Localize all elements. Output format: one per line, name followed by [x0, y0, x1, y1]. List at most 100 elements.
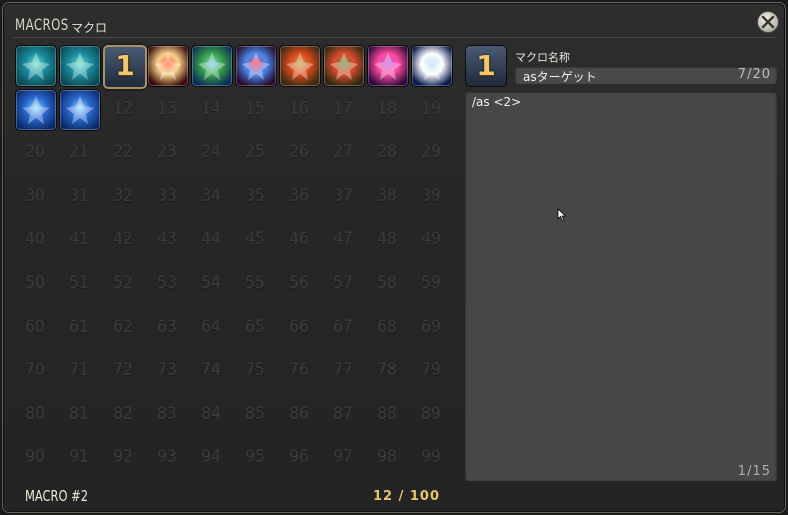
empty-macro-slot[interactable]: 16	[279, 89, 319, 129]
empty-macro-slot[interactable]: 83	[147, 394, 187, 434]
empty-macro-slot[interactable]: 91	[59, 437, 99, 477]
empty-macro-slot[interactable]: 64	[191, 307, 231, 347]
macro-slot-shield-icon[interactable]	[323, 45, 365, 87]
empty-macro-slot[interactable]: 14	[191, 89, 231, 129]
empty-macro-slot[interactable]: 22	[103, 132, 143, 172]
empty-macro-slot[interactable]: 71	[59, 350, 99, 390]
empty-macro-slot[interactable]: 25	[235, 132, 275, 172]
empty-macro-slot[interactable]: 66	[279, 307, 319, 347]
empty-macro-slot[interactable]: 67	[323, 307, 363, 347]
empty-macro-slot[interactable]: 95	[235, 437, 275, 477]
empty-macro-slot[interactable]: 70	[15, 350, 55, 390]
empty-macro-slot[interactable]: 28	[367, 132, 407, 172]
macro-slot-leap-blue-icon[interactable]	[59, 88, 101, 131]
macro-slot-leap-blue-icon[interactable]	[15, 88, 57, 131]
empty-macro-slot[interactable]: 93	[147, 437, 187, 477]
empty-macro-slot[interactable]: 32	[103, 176, 143, 216]
empty-macro-slot[interactable]: 37	[323, 176, 363, 216]
empty-macro-slot[interactable]: 87	[323, 394, 363, 434]
empty-macro-slot[interactable]: 94	[191, 437, 231, 477]
empty-macro-slot[interactable]: 26	[279, 132, 319, 172]
empty-macro-slot[interactable]: 74	[191, 350, 231, 390]
macro-slot-sword-light-icon[interactable]	[411, 45, 453, 87]
empty-macro-slot[interactable]: 27	[323, 132, 363, 172]
empty-macro-slot[interactable]: 56	[279, 263, 319, 303]
empty-macro-slot[interactable]: 97	[323, 437, 363, 477]
empty-macro-slot[interactable]: 23	[147, 132, 187, 172]
empty-macro-slot[interactable]: 30	[15, 176, 55, 216]
empty-macro-slot[interactable]: 58	[367, 263, 407, 303]
empty-macro-slot[interactable]: 85	[235, 394, 275, 434]
empty-macro-slot[interactable]: 80	[15, 394, 55, 434]
empty-macro-slot[interactable]: 47	[323, 219, 363, 259]
empty-macro-slot[interactable]: 31	[59, 176, 99, 216]
empty-macro-slot[interactable]: 98	[367, 437, 407, 477]
empty-macro-slot[interactable]: 20	[15, 132, 55, 172]
empty-macro-slot[interactable]: 49	[411, 219, 451, 259]
empty-macro-slot[interactable]: 89	[411, 394, 451, 434]
empty-macro-slot[interactable]: 12	[103, 89, 143, 129]
empty-macro-slot[interactable]: 84	[191, 394, 231, 434]
empty-macro-slot[interactable]: 69	[411, 307, 451, 347]
empty-macro-slot[interactable]: 92	[103, 437, 143, 477]
empty-macro-slot[interactable]: 39	[411, 176, 451, 216]
empty-macro-slot[interactable]: 72	[103, 350, 143, 390]
empty-macro-slot[interactable]: 55	[235, 263, 275, 303]
empty-macro-slot[interactable]: 61	[59, 307, 99, 347]
macro-slot-figure-green-icon[interactable]	[59, 45, 101, 87]
empty-macro-slot[interactable]: 65	[235, 307, 275, 347]
empty-macro-slot[interactable]: 99	[411, 437, 451, 477]
macro-slot-figure-green-icon[interactable]	[15, 45, 57, 87]
empty-macro-slot[interactable]: 73	[147, 350, 187, 390]
selected-macro-icon[interactable]: 1	[465, 45, 507, 87]
empty-macro-slot[interactable]: 13	[147, 89, 187, 129]
empty-macro-slot[interactable]: 17	[323, 89, 363, 129]
empty-macro-slot[interactable]: 86	[279, 394, 319, 434]
empty-macro-slot[interactable]: 34	[191, 176, 231, 216]
empty-macro-slot[interactable]: 78	[367, 350, 407, 390]
empty-macro-slot[interactable]: 40	[15, 219, 55, 259]
empty-macro-slot[interactable]: 82	[103, 394, 143, 434]
empty-macro-slot[interactable]: 90	[15, 437, 55, 477]
empty-macro-slot[interactable]: 43	[147, 219, 187, 259]
empty-macro-slot[interactable]: 88	[367, 394, 407, 434]
macro-slot-swirl-purple-icon[interactable]	[367, 45, 409, 87]
empty-macro-slot[interactable]: 53	[147, 263, 187, 303]
empty-macro-slot[interactable]: 63	[147, 307, 187, 347]
empty-macro-slot[interactable]: 24	[191, 132, 231, 172]
empty-macro-slot[interactable]: 75	[235, 350, 275, 390]
macro-text-editor[interactable]: /as <2> 1/15	[465, 91, 777, 481]
empty-macro-slot[interactable]: 52	[103, 263, 143, 303]
empty-macro-slot[interactable]: 77	[323, 350, 363, 390]
empty-macro-slot[interactable]: 50	[15, 263, 55, 303]
empty-macro-slot[interactable]: 60	[15, 307, 55, 347]
macro-slot-wave-blue-icon[interactable]	[191, 45, 233, 87]
empty-macro-slot[interactable]: 76	[279, 350, 319, 390]
macro-slot-strike-red-icon[interactable]	[235, 45, 277, 87]
empty-macro-slot[interactable]: 35	[235, 176, 275, 216]
empty-macro-slot[interactable]: 41	[59, 219, 99, 259]
macro-slot-number-1-icon[interactable]: 1	[103, 45, 147, 89]
empty-macro-slot[interactable]: 81	[59, 394, 99, 434]
empty-macro-slot[interactable]: 38	[367, 176, 407, 216]
empty-macro-slot[interactable]: 45	[235, 219, 275, 259]
empty-macro-slot[interactable]: 79	[411, 350, 451, 390]
empty-macro-slot[interactable]: 42	[103, 219, 143, 259]
empty-macro-slot[interactable]: 51	[59, 263, 99, 303]
empty-macro-slot[interactable]: 21	[59, 132, 99, 172]
empty-macro-slot[interactable]: 19	[411, 89, 451, 129]
empty-macro-slot[interactable]: 29	[411, 132, 451, 172]
empty-macro-slot[interactable]: 96	[279, 437, 319, 477]
empty-macro-slot[interactable]: 33	[147, 176, 187, 216]
macro-slot-slash-red-icon[interactable]	[147, 45, 189, 87]
empty-macro-slot[interactable]: 36	[279, 176, 319, 216]
empty-macro-slot[interactable]: 59	[411, 263, 451, 303]
macro-name-field[interactable]: asターゲット 7/20	[515, 66, 777, 84]
empty-macro-slot[interactable]: 44	[191, 219, 231, 259]
empty-macro-slot[interactable]: 18	[367, 89, 407, 129]
empty-macro-slot[interactable]: 15	[235, 89, 275, 129]
empty-macro-slot[interactable]: 68	[367, 307, 407, 347]
empty-macro-slot[interactable]: 48	[367, 219, 407, 259]
close-button[interactable]	[757, 11, 779, 33]
macro-slot-axe-icon[interactable]	[279, 45, 321, 87]
